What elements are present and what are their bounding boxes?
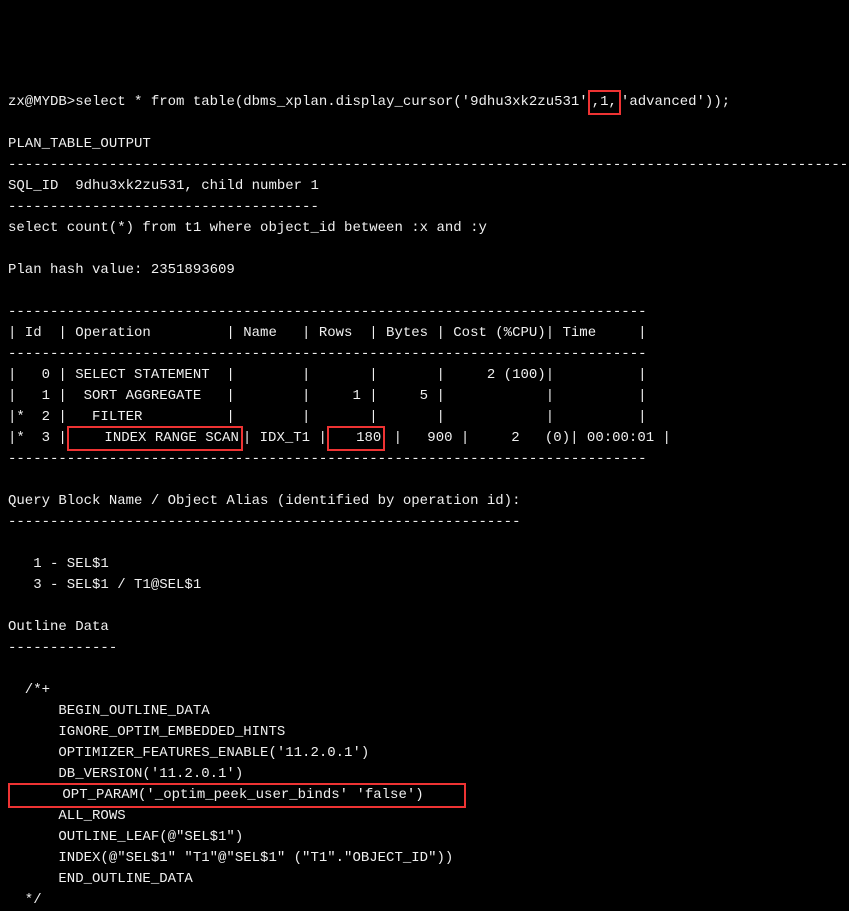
outline-line: INDEX(@"SEL$1" "T1"@"SEL$1" ("T1"."OBJEC… [8,850,453,866]
table-header: | Id | Operation | Name | Rows | Bytes |… [8,325,647,341]
table-row: |* 2 | FILTER | | | | | | [8,409,647,425]
highlighted-child-number: ,1, [588,90,621,115]
table-divider: ----------------------------------------… [8,304,647,320]
highlighted-opt-param: OPT_PARAM('_optim_peek_user_binds' 'fals… [8,783,466,808]
plan-table-output-header: PLAN_TABLE_OUTPUT [8,136,151,152]
outline-open: /*+ [8,682,50,698]
plan-hash-value: Plan hash value: 2351893609 [8,262,235,278]
outline-header: Outline Data [8,619,109,635]
query-block-header: Query Block Name / Object Alias (identif… [8,493,520,509]
sql-id-line: SQL_ID 9dhu3xk2zu531, child number 1 [8,178,319,194]
outline-line: DB_VERSION('11.2.0.1') [8,766,243,782]
sql-command-before: select * from table(dbms_xplan.display_c… [75,94,587,110]
sql-text: select count(*) from t1 where object_id … [8,220,487,236]
prompt-line: zx@MYDB>select * from table(dbms_xplan.d… [8,94,730,110]
table-row: | 0 | SELECT STATEMENT | | | | 2 (100)| … [8,367,647,383]
divider: ----------------------------------------… [8,157,849,173]
query-block-line: 1 - SEL$1 [8,556,109,572]
highlighted-operation: INDEX RANGE SCAN [67,426,243,451]
table-divider: ----------------------------------------… [8,451,647,467]
highlighted-rows: 180 [327,426,385,451]
table-row: | 1 | SORT AGGREGATE | | 1 | 5 | | | [8,388,647,404]
divider: ------------------------------------- [8,199,319,215]
divider: ----------------------------------------… [8,514,520,530]
outline-line: ALL_ROWS [8,808,126,824]
outline-line: OPTIMIZER_FEATURES_ENABLE('11.2.0.1') [8,745,369,761]
table-divider: ----------------------------------------… [8,346,647,362]
outline-line: IGNORE_OPTIM_EMBEDDED_HINTS [8,724,285,740]
sql-prompt: zx@MYDB> [8,94,75,110]
outline-close: */ [8,892,42,908]
query-block-line: 3 - SEL$1 / T1@SEL$1 [8,577,201,593]
outline-line: BEGIN_OUTLINE_DATA [8,703,210,719]
divider: ------------- [8,640,117,656]
outline-line: END_OUTLINE_DATA [8,871,193,887]
outline-line: OUTLINE_LEAF(@"SEL$1") [8,829,243,845]
table-row: |* 3 | INDEX RANGE SCAN| IDX_T1 | 180 | … [8,430,671,446]
sql-command-after: 'advanced')); [621,94,730,110]
